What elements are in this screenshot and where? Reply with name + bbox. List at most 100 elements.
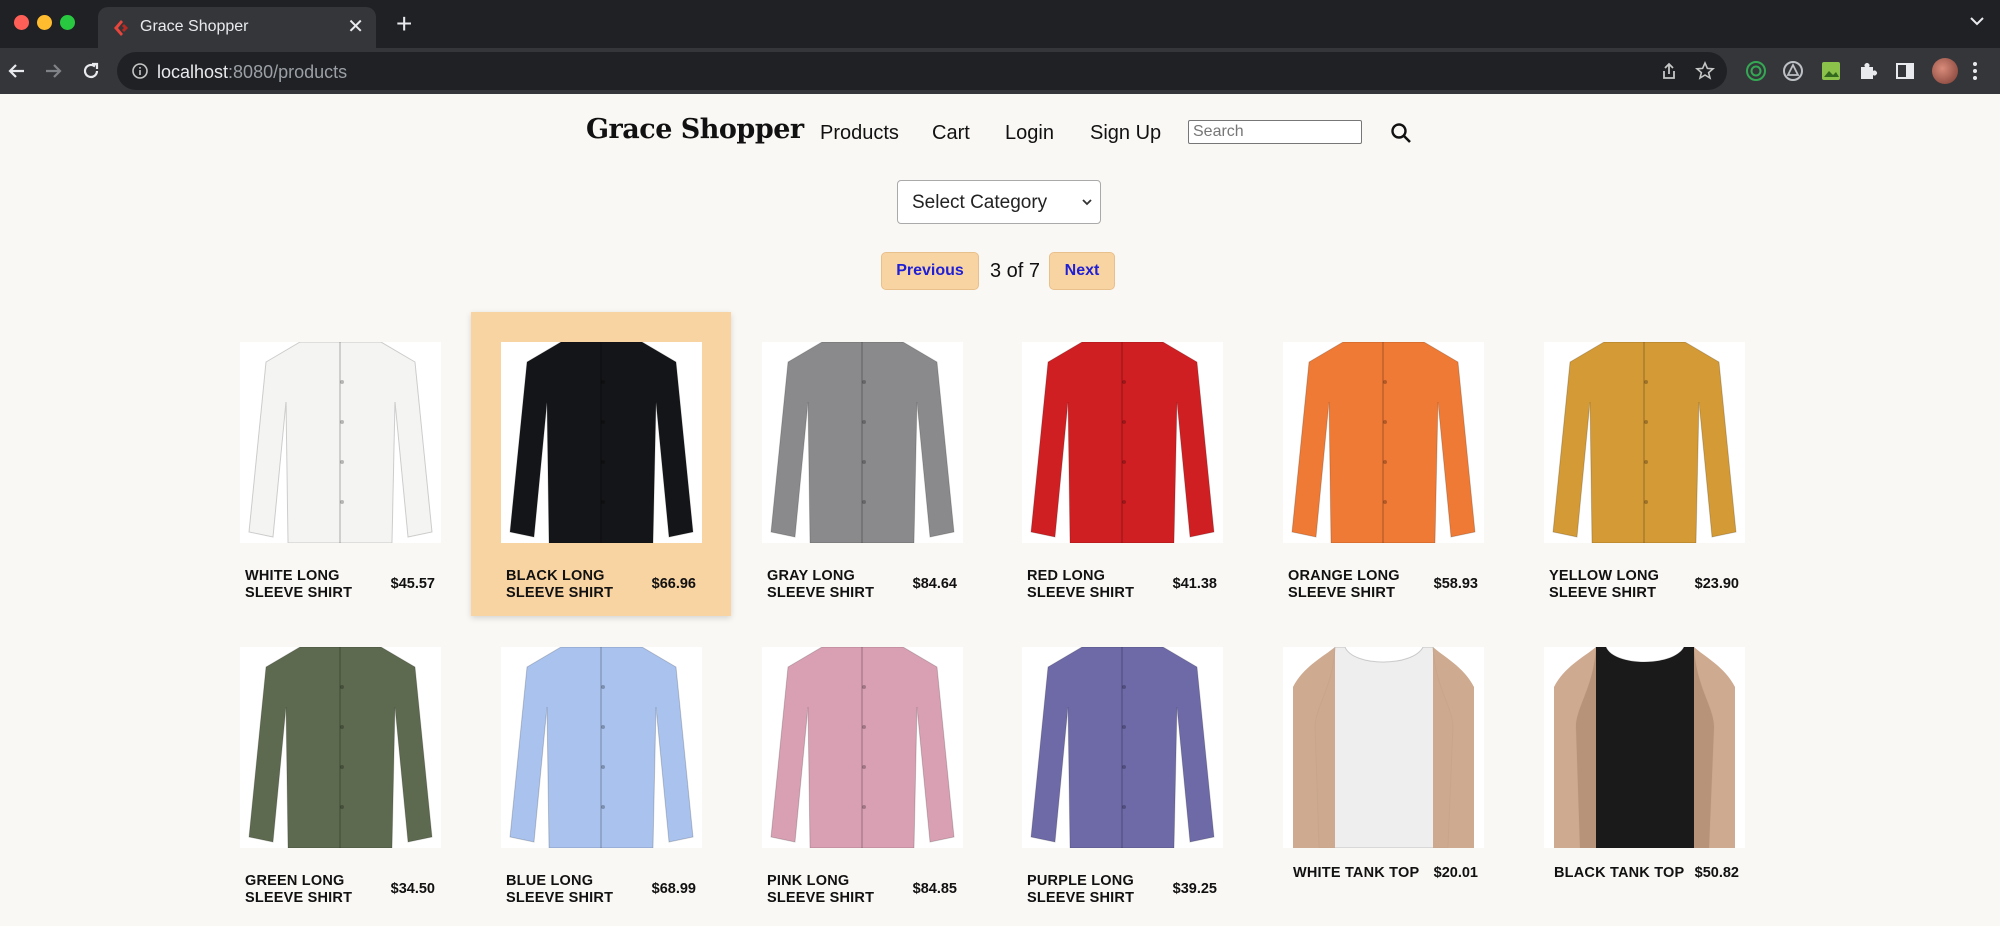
reload-icon[interactable]	[78, 58, 104, 84]
extension-triangle-icon[interactable]	[1782, 60, 1804, 82]
product-image[interactable]	[1544, 342, 1745, 543]
product-name[interactable]: Pink Long Sleeve Shirt	[767, 873, 907, 907]
minimize-window-button[interactable]	[37, 15, 52, 30]
chevron-down-icon	[1082, 199, 1092, 206]
product-name[interactable]: Yellow Long Sleeve Shirt	[1549, 568, 1689, 602]
product-price: $41.38	[1172, 576, 1217, 592]
product-name[interactable]: Gray Long Sleeve Shirt	[767, 568, 907, 602]
browser-menu-icon[interactable]	[1972, 60, 1978, 82]
shirt-icon	[248, 342, 433, 543]
share-icon[interactable]	[1659, 61, 1679, 81]
product-image[interactable]	[240, 342, 441, 543]
site-info-icon[interactable]	[131, 62, 149, 80]
search-icon[interactable]	[1390, 122, 1412, 144]
search-input[interactable]	[1188, 120, 1362, 144]
nav-products-link[interactable]: Products	[820, 122, 899, 145]
product-name[interactable]: White Long Sleeve Shirt	[245, 568, 385, 602]
extension-target-icon[interactable]	[1745, 60, 1767, 82]
maximize-window-button[interactable]	[60, 15, 75, 30]
bookmark-star-icon[interactable]	[1695, 61, 1715, 81]
extensions-puzzle-icon[interactable]	[1857, 60, 1879, 82]
shirt-icon	[770, 342, 955, 543]
product-price: $66.96	[651, 576, 696, 592]
product-image[interactable]	[1544, 647, 1745, 848]
side-panel-icon[interactable]	[1894, 60, 1916, 82]
product-card[interactable]: Black Long Sleeve Shirt $66.96	[471, 312, 731, 616]
product-card[interactable]: Red Long Sleeve Shirt $41.38	[992, 312, 1252, 616]
shirt-icon	[770, 647, 955, 848]
nav-signup-link[interactable]: Sign Up	[1090, 122, 1161, 145]
brand-logo[interactable]: Grace Shopper	[586, 114, 804, 145]
forward-arrow-icon[interactable]	[40, 58, 66, 84]
product-card[interactable]: Blue Long Sleeve Shirt $68.99	[471, 617, 731, 921]
previous-page-button[interactable]: Previous	[881, 252, 979, 290]
shirt-icon	[509, 647, 694, 848]
product-card[interactable]: White Long Sleeve Shirt $45.57	[210, 312, 470, 616]
extension-image-icon[interactable]	[1820, 60, 1842, 82]
product-price: $68.99	[651, 881, 696, 897]
browser-tab-bar: Grace Shopper ✕ +	[0, 0, 2000, 48]
next-page-button[interactable]: Next	[1049, 252, 1115, 290]
category-select-value: Select Category	[912, 192, 1048, 213]
close-window-button[interactable]	[14, 15, 29, 30]
product-name[interactable]: Black Long Sleeve Shirt	[506, 568, 646, 602]
product-price: $39.25	[1172, 881, 1217, 897]
product-card[interactable]: White Tank Top $20.01	[1253, 617, 1513, 921]
product-name[interactable]: White Tank Top	[1293, 865, 1419, 882]
product-name[interactable]: Red Long Sleeve Shirt	[1027, 568, 1167, 602]
product-card[interactable]: Pink Long Sleeve Shirt $84.85	[732, 617, 992, 921]
product-card[interactable]: Green Long Sleeve Shirt $34.50	[210, 617, 470, 921]
back-arrow-icon[interactable]	[4, 58, 30, 84]
product-image[interactable]	[501, 647, 702, 848]
product-price: $84.64	[912, 576, 957, 592]
product-price: $34.50	[390, 881, 435, 897]
product-price: $50.82	[1694, 865, 1739, 881]
product-image[interactable]	[501, 342, 702, 543]
product-image[interactable]	[762, 342, 963, 543]
product-card[interactable]: Yellow Long Sleeve Shirt $23.90	[1514, 312, 1774, 616]
product-image[interactable]	[1022, 647, 1223, 848]
shirt-icon	[1552, 342, 1737, 543]
new-tab-icon[interactable]: +	[396, 10, 412, 38]
site-favicon-icon	[114, 20, 128, 36]
nav-login-link[interactable]: Login	[1005, 122, 1054, 145]
product-price: $84.85	[912, 881, 957, 897]
product-image[interactable]	[1283, 647, 1484, 848]
category-select[interactable]: Select Category	[897, 180, 1101, 224]
product-card[interactable]: Purple Long Sleeve Shirt $39.25	[992, 617, 1252, 921]
close-tab-icon[interactable]: ✕	[347, 15, 364, 39]
page-indicator: 3 of 7	[990, 260, 1041, 282]
product-image[interactable]	[1022, 342, 1223, 543]
shirt-icon	[509, 342, 694, 543]
browser-tab[interactable]: Grace Shopper ✕	[98, 7, 376, 48]
url-text: localhost:8080/products	[157, 62, 347, 83]
url-path: :8080/products	[228, 62, 348, 82]
product-price: $58.93	[1433, 576, 1478, 592]
product-price: $45.57	[390, 576, 435, 592]
page-content: Grace Shopper Products Cart Login Sign U…	[0, 94, 2000, 926]
product-card[interactable]: Gray Long Sleeve Shirt $84.64	[732, 312, 992, 616]
browser-toolbar: localhost:8080/products	[0, 48, 2000, 94]
product-image[interactable]	[240, 647, 441, 848]
product-name[interactable]: Purple Long Sleeve Shirt	[1027, 873, 1167, 907]
chevron-down-icon[interactable]	[1968, 12, 1986, 30]
product-image[interactable]	[1283, 342, 1484, 543]
product-card[interactable]: Orange Long Sleeve Shirt $58.93	[1253, 312, 1513, 616]
shirt-icon	[248, 647, 433, 848]
profile-avatar[interactable]	[1932, 58, 1958, 84]
url-host: localhost	[157, 62, 229, 82]
product-name[interactable]: Orange Long Sleeve Shirt	[1288, 568, 1428, 602]
tank-top-icon	[1293, 647, 1474, 848]
tab-title: Grace Shopper	[140, 18, 249, 35]
product-image[interactable]	[762, 647, 963, 848]
product-name[interactable]: Green Long Sleeve Shirt	[245, 873, 385, 907]
tank-top-icon	[1554, 647, 1735, 848]
product-name[interactable]: Black Tank Top	[1554, 865, 1684, 882]
nav-cart-link[interactable]: Cart	[932, 122, 970, 145]
shirt-icon	[1291, 342, 1476, 543]
product-price: $20.01	[1433, 865, 1478, 881]
address-bar[interactable]: localhost:8080/products	[117, 52, 1727, 90]
product-card[interactable]: Black Tank Top $50.82	[1514, 617, 1774, 921]
shirt-icon	[1030, 342, 1215, 543]
product-name[interactable]: Blue Long Sleeve Shirt	[506, 873, 646, 907]
